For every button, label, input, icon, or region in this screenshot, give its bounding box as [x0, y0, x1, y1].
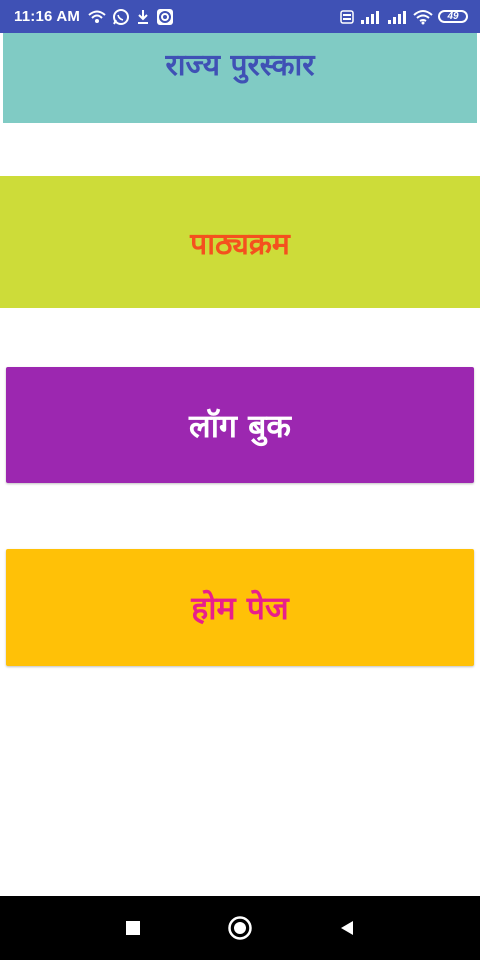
screen-record-icon	[156, 8, 174, 26]
syllabus-label: पाठ्यक्रम	[190, 226, 290, 262]
syllabus-button[interactable]: पाठ्यक्रम	[0, 176, 480, 308]
back-triangle-icon[interactable]	[327, 908, 367, 948]
home-circle-icon[interactable]	[220, 908, 260, 948]
recents-square-icon[interactable]	[113, 908, 153, 948]
status-right-icons: 49	[340, 9, 468, 25]
home-page-button[interactable]: होम पेज	[6, 549, 474, 666]
log-book-label: लॉग बुक	[189, 406, 291, 445]
battery-icon: 49	[438, 10, 468, 23]
log-book-button[interactable]: लॉग बुक	[6, 367, 474, 483]
signal-icon	[386, 9, 408, 25]
download-icon	[136, 9, 150, 25]
system-nav-bar	[0, 896, 480, 960]
status-bar: 11:16 AM 49	[0, 0, 480, 33]
signal-4g-icon	[359, 9, 381, 25]
state-award-button[interactable]: राज्य पुरस्कार	[3, 33, 477, 123]
volte-icon	[340, 9, 354, 24]
status-time: 11:16 AM	[14, 8, 81, 25]
state-award-label: राज्य पुरस्कार	[165, 48, 315, 83]
whatsapp-icon	[112, 8, 130, 26]
app-screen: 11:16 AM 49 राज्य पुरस्कार पाठ्यक्रम लॉग…	[0, 0, 480, 960]
home-page-label: होम पेज	[191, 589, 289, 627]
status-left-icons	[88, 8, 174, 26]
wifi-calling-icon	[88, 10, 106, 24]
wifi-icon	[413, 9, 433, 25]
